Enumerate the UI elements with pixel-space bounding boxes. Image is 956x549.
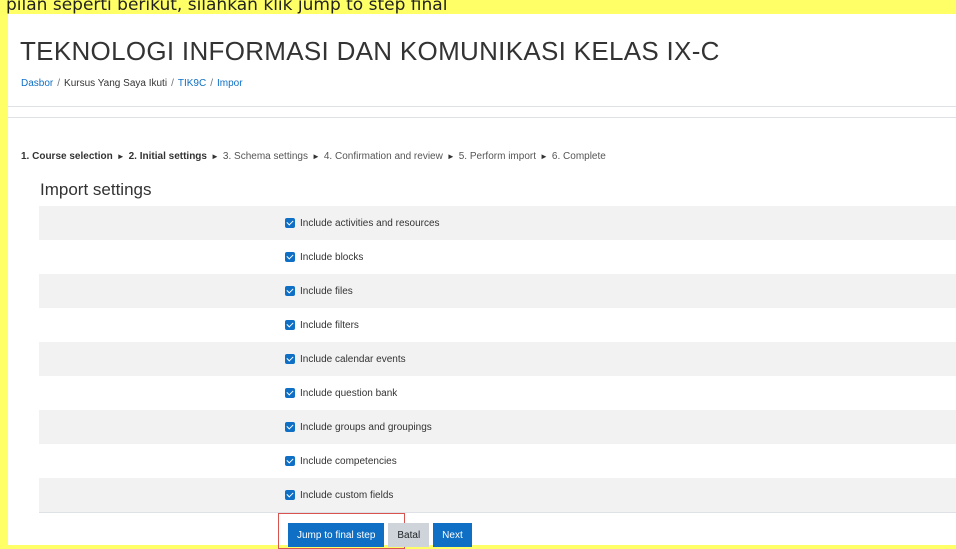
step-arrow: ► (210, 152, 219, 161)
setting-label: Include custom fields (300, 489, 394, 501)
progress-steps: 1. Course selection ► 2. Initial settings ►… (21, 151, 606, 162)
step-5: 5. Perform import (458, 151, 536, 162)
breadcrumb-separator: / (57, 78, 61, 89)
setting-label: Include calendar events (300, 353, 406, 365)
step-1: 1. Course selection (21, 151, 113, 162)
step-4: 4. Confirmation and review (323, 151, 443, 162)
breadcrumb: Dasbor / Kursus Yang Saya Ikuti / TIK9C / Impo… (21, 78, 243, 89)
setting-row: Include competencies (39, 444, 956, 478)
form-divider (39, 512, 956, 513)
setting-label: Include competencies (300, 455, 397, 467)
setting-row: Include groups and groupings (39, 410, 956, 444)
setting-label: Include question bank (300, 387, 398, 399)
checkbox-filters[interactable] (285, 320, 295, 330)
step-arrow: ► (540, 152, 548, 161)
breadcrumb-dasbor[interactable]: Dasbor (21, 78, 53, 89)
setting-label: Include activities and resources (300, 217, 440, 229)
setting-label: Include blocks (300, 251, 364, 263)
import-content: 1. Course selection ► 2. Initial settings ►… (8, 117, 956, 549)
section-title: Import settings (40, 180, 152, 199)
page-area: TEKNOLOGI INFORMASI DAN KOMUNIKASI KELAS… (8, 14, 956, 549)
setting-row: Include question bank (39, 376, 956, 410)
checkbox-competencies[interactable] (285, 456, 295, 466)
checkbox-files[interactable] (285, 286, 295, 296)
checkbox-groups[interactable] (285, 422, 295, 432)
breadcrumb-impor[interactable]: Impor (217, 78, 243, 89)
step-3: 3. Schema settings (222, 151, 308, 162)
setting-label: Include filters (300, 319, 359, 331)
page-header: TEKNOLOGI INFORMASI DAN KOMUNIKASI KELAS… (8, 14, 956, 107)
checkbox-custom-fields[interactable] (285, 490, 295, 500)
setting-row: Include files (39, 274, 956, 308)
breadcrumb-separator: / (171, 78, 174, 89)
setting-row: Include blocks (39, 240, 956, 274)
breadcrumb-separator: / (210, 78, 213, 89)
checkbox-question-bank[interactable] (285, 388, 295, 398)
setting-label: Include files (300, 285, 353, 297)
cancel-button[interactable]: Batal (388, 523, 430, 547)
checkbox-blocks[interactable] (285, 252, 295, 262)
jump-to-final-step-button[interactable]: Jump to final step (288, 523, 385, 547)
breadcrumb-tik9c[interactable]: TIK9C (178, 78, 206, 89)
settings-list: Include activities and resources Include… (39, 206, 956, 512)
setting-label: Include groups and groupings (300, 421, 432, 433)
next-button[interactable]: Next (433, 523, 472, 547)
setting-row: Include custom fields (39, 478, 956, 512)
setting-row: Include calendar events (39, 342, 956, 376)
page-title: TEKNOLOGI INFORMASI DAN KOMUNIKASI KELAS… (20, 36, 720, 66)
setting-row: Include filters (39, 308, 956, 342)
step-6: 6. Complete (551, 151, 606, 162)
checkbox-calendar-events[interactable] (285, 354, 295, 364)
step-arrow: ► (116, 152, 125, 161)
step-2: 2. Initial settings (128, 151, 207, 162)
form-buttons: Jump to final step Batal Next (288, 523, 476, 547)
breadcrumb-kursus: Kursus Yang Saya Ikuti (64, 78, 168, 89)
setting-row: Include activities and resources (39, 206, 956, 240)
step-arrow: ► (311, 152, 320, 161)
checkbox-activities[interactable] (285, 218, 295, 228)
step-arrow: ► (446, 152, 455, 161)
